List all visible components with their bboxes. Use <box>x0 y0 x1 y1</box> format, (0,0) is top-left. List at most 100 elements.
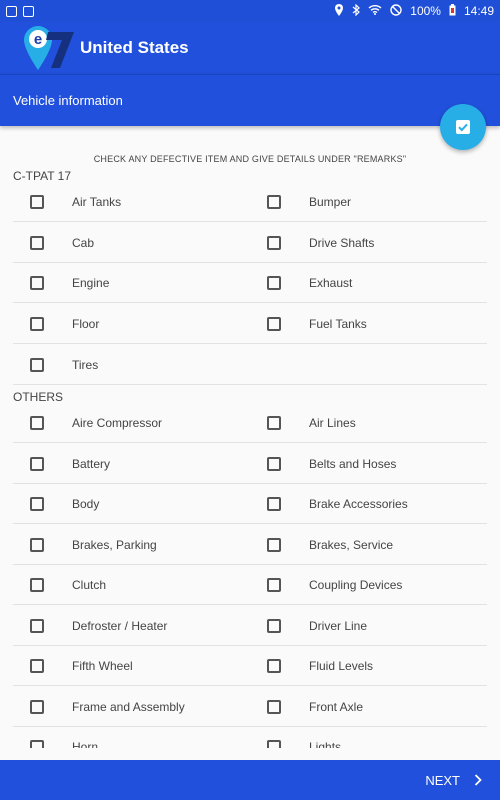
checklist-item[interactable]: Floor <box>30 304 99 344</box>
svg-text:e: e <box>34 31 42 48</box>
item-label: Fluid Levels <box>309 659 374 673</box>
others-section-title: OTHERS <box>13 390 64 404</box>
section-header: Vehicle information <box>0 74 500 126</box>
checkbox[interactable] <box>30 276 44 290</box>
checkbox[interactable] <box>267 317 281 331</box>
checklist-item[interactable]: Air Tanks <box>30 182 121 222</box>
checklist-item[interactable]: Front Axle <box>267 687 363 727</box>
checkbox[interactable] <box>30 619 44 633</box>
checkbox[interactable] <box>267 740 281 748</box>
checkbox[interactable] <box>267 195 281 209</box>
bluetooth-icon <box>352 3 361 19</box>
item-label: Defroster / Heater <box>72 619 168 633</box>
confirm-fab-button[interactable] <box>440 104 486 150</box>
checklist-row: Battery Belts and Hoses <box>13 444 487 484</box>
checklist-row: Brakes, Parking Brakes, Service <box>13 525 487 565</box>
checkbox[interactable] <box>267 700 281 714</box>
item-label: Exhaust <box>309 276 353 290</box>
checkbox[interactable] <box>30 578 44 592</box>
checklist-item[interactable]: Fuel Tanks <box>267 304 367 344</box>
checkbox[interactable] <box>267 236 281 250</box>
checklist-row: Clutch Coupling Devices <box>13 565 487 605</box>
status-bar: 100% 14:49 <box>0 0 500 22</box>
item-label: Lights <box>309 740 342 748</box>
checkbox[interactable] <box>30 497 44 511</box>
battery-percentage: 100% <box>410 4 441 18</box>
item-label: Brake Accessories <box>309 497 408 511</box>
item-label: Engine <box>72 276 110 290</box>
item-label: Horn <box>72 740 99 748</box>
checklist-row: Defroster / Heater Driver Line <box>13 606 487 646</box>
checkbox[interactable] <box>267 619 281 633</box>
item-label: Fuel Tanks <box>309 317 367 331</box>
checklist-item[interactable]: Brake Accessories <box>267 484 408 524</box>
document-notification-icon <box>23 5 34 17</box>
checkbox[interactable] <box>30 416 44 430</box>
checklist-item[interactable]: Lights <box>267 727 341 748</box>
item-label: Brakes, Parking <box>72 538 157 552</box>
checklist-item[interactable]: Tires <box>30 345 98 385</box>
item-label: Aire Compressor <box>72 416 163 430</box>
checklist-row: Air Tanks Bumper <box>13 182 487 222</box>
app-title: United States <box>80 38 189 57</box>
checklist-item[interactable]: Battery <box>30 444 110 484</box>
checkbox[interactable] <box>267 416 281 430</box>
checkbox[interactable] <box>30 538 44 552</box>
checklist-row: Horn Lights <box>13 727 487 748</box>
checklist-content[interactable]: CHECK ANY DEFECTIVE ITEM AND GIVE DETAIL… <box>0 126 500 748</box>
checklist-item[interactable]: Horn <box>30 727 98 748</box>
item-label: Drive Shafts <box>309 236 375 250</box>
checkbox[interactable] <box>30 358 44 372</box>
e7-logo: e <box>22 24 78 72</box>
checklist-item[interactable]: Fluid Levels <box>267 646 373 686</box>
checkbox[interactable] <box>30 457 44 471</box>
location-icon <box>334 3 344 19</box>
checklist-item[interactable]: Driver Line <box>267 606 367 646</box>
checklist-item[interactable]: Brakes, Parking <box>30 525 157 565</box>
checklist-item[interactable]: Engine <box>30 263 109 303</box>
checkbox[interactable] <box>267 538 281 552</box>
item-label: Frame and Assembly <box>72 700 185 714</box>
checkbox[interactable] <box>267 578 281 592</box>
checklist-row: Body Brake Accessories <box>13 484 487 524</box>
checkbox[interactable] <box>30 659 44 673</box>
checklist-row: Engine Exhaust <box>13 263 487 303</box>
checkbox[interactable] <box>30 317 44 331</box>
checkbox[interactable] <box>30 236 44 250</box>
item-label: Brakes, Service <box>309 538 394 552</box>
checklist-item[interactable]: Belts and Hoses <box>267 444 396 484</box>
checklist-item[interactable]: Frame and Assembly <box>30 687 185 727</box>
checklist-item[interactable]: Clutch <box>30 565 106 605</box>
checklist-item[interactable]: Aire Compressor <box>30 403 162 443</box>
checklist-row: Fifth Wheel Fluid Levels <box>13 646 487 686</box>
checklist-item[interactable]: Air Lines <box>267 403 356 443</box>
next-label: NEXT <box>425 772 460 788</box>
checkbox[interactable] <box>267 276 281 290</box>
checklist-row: Cab Drive Shafts <box>13 223 487 263</box>
battery-icon <box>449 3 456 19</box>
checkbox-checked-icon <box>456 120 470 134</box>
checklist-item[interactable]: Fifth Wheel <box>30 646 133 686</box>
item-label: Battery <box>72 457 111 471</box>
checklist-item[interactable]: Coupling Devices <box>267 565 402 605</box>
app-bar: e United States <box>0 22 500 74</box>
checklist-item[interactable]: Brakes, Service <box>267 525 393 565</box>
next-button[interactable]: NEXT <box>425 773 482 788</box>
checklist-item[interactable]: Drive Shafts <box>267 223 374 263</box>
item-label: Cab <box>72 236 95 250</box>
checklist-item[interactable]: Body <box>30 484 99 524</box>
checklist-item[interactable]: Cab <box>30 223 94 263</box>
checkbox[interactable] <box>267 457 281 471</box>
item-label: Air Tanks <box>72 195 122 209</box>
checkbox[interactable] <box>30 700 44 714</box>
checkbox[interactable] <box>267 497 281 511</box>
checklist-item[interactable]: Defroster / Heater <box>30 606 167 646</box>
checkbox[interactable] <box>267 659 281 673</box>
checkbox[interactable] <box>30 740 44 748</box>
item-label: Belts and Hoses <box>309 457 397 471</box>
item-label: Tires <box>72 358 99 372</box>
bottom-bar: NEXT <box>0 760 500 800</box>
checklist-item[interactable]: Exhaust <box>267 263 352 303</box>
checklist-item[interactable]: Bumper <box>267 182 351 222</box>
checkbox[interactable] <box>30 195 44 209</box>
